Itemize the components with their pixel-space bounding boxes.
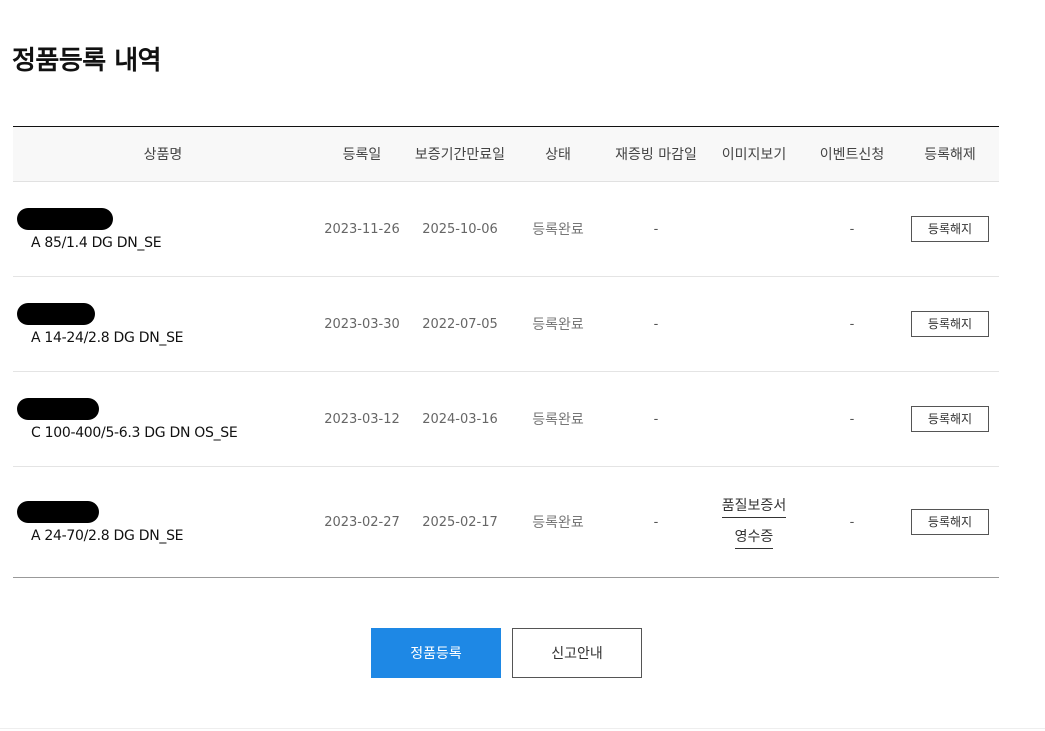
redacted-product-name <box>17 500 99 523</box>
registration-table: 상품명 등록일 보증기간만료일 상태 재증빙 마감일 이미지보기 이벤트신청 등… <box>13 126 999 578</box>
header-warranty-end: 보증기간만료일 <box>414 147 506 163</box>
redacted-product-name <box>17 397 99 420</box>
unregister-button[interactable]: 등록해지 <box>911 216 989 242</box>
redacted-product-name <box>17 207 113 230</box>
product-model: C 100-400/5-6.3 DG DN OS_SE <box>31 424 238 441</box>
header-registered-date: 등록일 <box>342 147 382 163</box>
header-event-apply: 이벤트신청 <box>819 147 885 163</box>
report-guide-button[interactable]: 신고안내 <box>512 628 642 678</box>
reissue-deadline: - <box>653 514 659 530</box>
warranty-end-date: 2024-03-16 <box>422 411 498 427</box>
redacted-product-name <box>17 302 95 325</box>
reissue-deadline: - <box>653 316 659 332</box>
registered-date: 2023-11-26 <box>324 221 400 237</box>
table-row: A 14-24/2.8 DG DN_SE 2023-03-30 2022-07-… <box>13 277 999 372</box>
unregister-button[interactable]: 등록해지 <box>911 311 989 337</box>
image-view-cell <box>705 372 803 467</box>
registered-date: 2023-02-27 <box>324 514 400 530</box>
warranty-end-date: 2022-07-05 <box>422 316 498 332</box>
header-product: 상품명 <box>143 147 183 163</box>
event-apply: - <box>849 514 855 530</box>
footer-divider <box>0 728 1045 729</box>
table-row: A 24-70/2.8 DG DN_SE 2023-02-27 2025-02-… <box>13 467 999 578</box>
product-model: A 14-24/2.8 DG DN_SE <box>31 329 184 346</box>
image-view-cell <box>705 277 803 372</box>
table-header-row: 상품명 등록일 보증기간만료일 상태 재증빙 마감일 이미지보기 이벤트신청 등… <box>13 126 999 182</box>
product-model: A 85/1.4 DG DN_SE <box>31 234 162 251</box>
warranty-end-date: 2025-10-06 <box>422 221 498 237</box>
product-cell: C 100-400/5-6.3 DG DN OS_SE <box>13 372 313 467</box>
header-reissue-deadline: 재증빙 마감일 <box>615 147 697 163</box>
register-product-button[interactable]: 정품등록 <box>371 628 501 678</box>
warranty-certificate-link[interactable]: 품질보증서 <box>721 495 787 518</box>
warranty-end-date: 2025-02-17 <box>422 514 498 530</box>
unregister-cell: 등록해지 <box>901 467 999 578</box>
image-view-cell <box>705 182 803 277</box>
table-row: A 85/1.4 DG DN_SE 2023-11-26 2025-10-06 … <box>13 182 999 277</box>
action-buttons: 정품등록 신고안내 <box>371 628 642 678</box>
unregister-button[interactable]: 등록해지 <box>911 406 989 432</box>
unregister-cell: 등록해지 <box>901 182 999 277</box>
product-cell: A 14-24/2.8 DG DN_SE <box>13 277 313 372</box>
reissue-deadline: - <box>653 411 659 427</box>
image-links: 품질보증서 영수증 <box>705 495 803 549</box>
receipt-link[interactable]: 영수증 <box>734 526 774 549</box>
page-title: 정품등록 내역 <box>12 46 162 76</box>
unregister-cell: 등록해지 <box>901 372 999 467</box>
status-text: 등록완료 <box>532 317 584 333</box>
status-text: 등록완료 <box>532 515 584 531</box>
header-unregister: 등록해제 <box>924 147 976 163</box>
registered-date: 2023-03-12 <box>324 411 400 427</box>
header-image-view: 이미지보기 <box>721 147 787 163</box>
event-apply: - <box>849 221 855 237</box>
product-cell: A 85/1.4 DG DN_SE <box>13 182 313 277</box>
image-view-cell: 품질보증서 영수증 <box>705 467 803 578</box>
reissue-deadline: - <box>653 221 659 237</box>
unregister-button[interactable]: 등록해지 <box>911 509 989 535</box>
product-model: A 24-70/2.8 DG DN_SE <box>31 527 184 544</box>
event-apply: - <box>849 411 855 427</box>
unregister-cell: 등록해지 <box>901 277 999 372</box>
registered-date: 2023-03-30 <box>324 316 400 332</box>
product-cell: A 24-70/2.8 DG DN_SE <box>13 467 313 578</box>
header-status: 상태 <box>545 147 571 163</box>
status-text: 등록완료 <box>532 412 584 428</box>
table-row: C 100-400/5-6.3 DG DN OS_SE 2023-03-12 2… <box>13 372 999 467</box>
event-apply: - <box>849 316 855 332</box>
status-text: 등록완료 <box>532 222 584 238</box>
